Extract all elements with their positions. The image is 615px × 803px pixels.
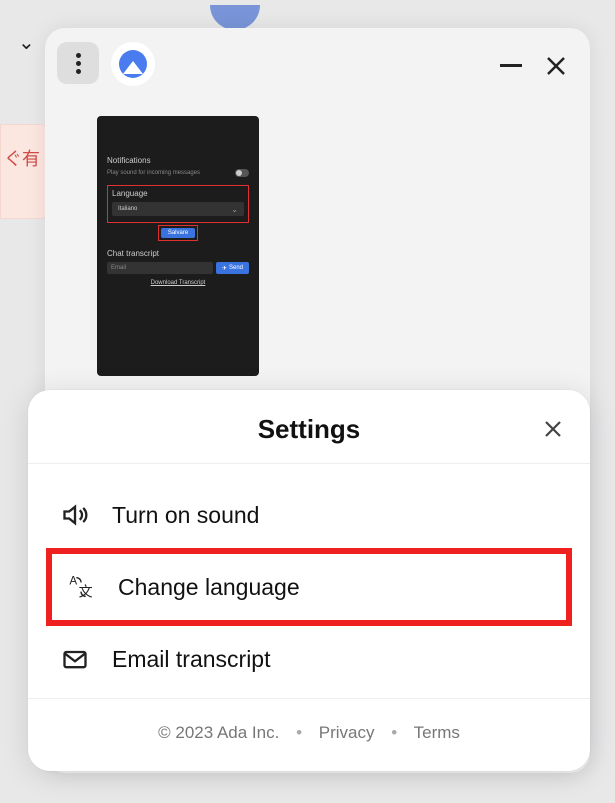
settings-item-label: Email transcript	[112, 646, 270, 673]
minimize-button[interactable]	[500, 64, 522, 67]
sound-label: Play sound for incoming messages	[107, 170, 200, 176]
separator-dot: •	[296, 723, 302, 742]
save-button-mini: Salvare	[161, 228, 195, 238]
app-logo	[111, 42, 155, 86]
menu-button[interactable]	[57, 42, 99, 84]
email-input-mini: Email	[107, 262, 213, 274]
close-button[interactable]	[542, 52, 570, 80]
language-highlight-box: Language Italiano ⌄	[107, 185, 249, 223]
change-language-highlight: A 文 Change language	[46, 548, 572, 626]
settings-item-label: Turn on sound	[112, 502, 259, 529]
kebab-icon	[76, 61, 81, 66]
chat-header	[45, 28, 590, 96]
settings-close-button[interactable]	[538, 414, 568, 444]
embedded-screenshot: Notifications Play sound for incoming me…	[97, 116, 259, 376]
svg-text:A: A	[69, 575, 77, 588]
translate-icon: A 文	[66, 572, 96, 602]
settings-header: Settings	[28, 390, 590, 464]
footer-copyright: © 2023 Ada Inc.	[158, 723, 279, 742]
chevron-down-icon: ⌄	[18, 30, 35, 55]
settings-item-sound[interactable]: Turn on sound	[54, 482, 564, 548]
settings-panel: Settings Turn on sound A	[28, 390, 590, 771]
language-selected: Italiano	[118, 206, 137, 212]
download-transcript-link: Download Transcript	[107, 280, 249, 286]
chevron-down-icon: ⌄	[231, 205, 238, 214]
background-highlight-box	[0, 124, 46, 219]
speaker-icon	[60, 500, 90, 530]
footer-terms-link[interactable]: Terms	[414, 723, 460, 742]
language-title: Language	[112, 189, 244, 198]
settings-body: Turn on sound A 文 Change language	[28, 464, 590, 698]
separator-dot: •	[391, 723, 397, 742]
background-text: ぐ有	[4, 145, 40, 171]
close-icon	[543, 419, 563, 439]
settings-footer: © 2023 Ada Inc. • Privacy • Terms	[28, 698, 590, 767]
notifications-title: Notifications	[107, 156, 249, 165]
sound-toggle	[235, 169, 249, 177]
background-avatar-partial	[210, 5, 260, 30]
settings-item-email[interactable]: Email transcript	[54, 626, 564, 692]
envelope-icon	[60, 644, 90, 674]
save-highlight-box: Salvare	[158, 225, 198, 241]
settings-item-label: Change language	[118, 574, 300, 601]
settings-item-language[interactable]: A 文 Change language	[52, 554, 566, 620]
close-icon	[545, 55, 567, 77]
settings-title: Settings	[56, 414, 562, 445]
mountain-icon	[119, 50, 147, 78]
footer-privacy-link[interactable]: Privacy	[319, 723, 375, 742]
language-dropdown: Italiano ⌄	[112, 202, 244, 216]
send-button-mini: ✈ Send	[216, 262, 249, 274]
send-icon: ✈	[222, 265, 227, 272]
transcript-title: Chat transcript	[107, 249, 249, 258]
